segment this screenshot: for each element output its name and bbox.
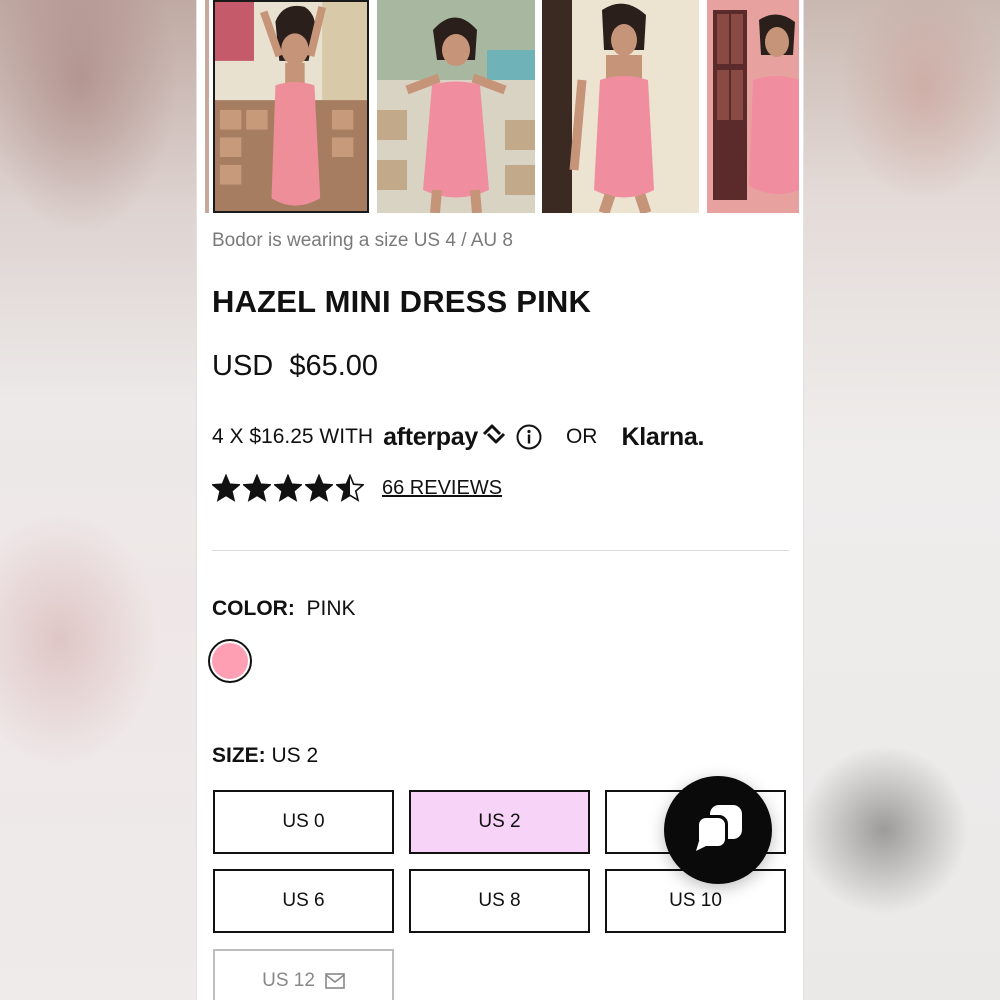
mail-icon xyxy=(325,973,345,989)
background-blur-left xyxy=(0,0,196,1000)
size-option-us-2[interactable]: US 2 xyxy=(409,790,590,854)
background-blur-right xyxy=(804,0,1000,1000)
size-option-label: US 0 xyxy=(282,811,325,832)
installment-text: 4 X $16.25 WITH xyxy=(212,425,374,448)
star-full-icon xyxy=(212,474,240,502)
image-gallery[interactable] xyxy=(197,0,803,216)
model-photo-side-cutout xyxy=(542,0,699,213)
model-photo-window xyxy=(707,0,799,213)
size-option-label: US 8 xyxy=(478,890,521,911)
rating-row: 66 REVIEWS xyxy=(212,474,502,502)
afterpay-arrows-icon xyxy=(480,423,508,451)
size-option-label: US 10 xyxy=(669,890,722,911)
size-option-us-6[interactable]: US 6 xyxy=(213,869,394,933)
star-full-icon xyxy=(274,474,302,502)
gallery-thumb-4[interactable] xyxy=(707,0,799,213)
size-option-label: US 12 xyxy=(262,970,315,991)
divider xyxy=(212,550,789,551)
gallery-thumb-selected[interactable] xyxy=(213,0,369,213)
product-title: HAZEL MINI DRESS PINK xyxy=(212,284,592,319)
star-rating xyxy=(212,474,364,502)
klarna-logo[interactable]: Klarna. xyxy=(621,423,704,452)
model-photo-arms-raised xyxy=(215,2,367,211)
gallery-thumb-2[interactable] xyxy=(377,0,535,213)
size-label-key: SIZE: xyxy=(212,744,266,767)
color-swatch-pink[interactable] xyxy=(208,639,252,683)
size-option-label: US 6 xyxy=(282,890,325,911)
star-full-icon xyxy=(305,474,333,502)
gallery-thumb-3[interactable] xyxy=(542,0,699,213)
gallery-thumb-partial[interactable] xyxy=(205,0,209,213)
color-label-value: PINK xyxy=(306,597,356,620)
product-price: USD $65.00 xyxy=(212,350,379,382)
size-option-us-8[interactable]: US 8 xyxy=(409,869,590,933)
chat-button[interactable] xyxy=(664,776,772,884)
payment-options: 4 X $16.25 WITH afterpay OR Klarna. xyxy=(212,420,704,454)
color-label: COLOR: PINK xyxy=(212,597,356,621)
reviews-link[interactable]: 66 REVIEWS xyxy=(382,477,502,500)
size-option-label: US 2 xyxy=(478,811,521,832)
or-separator: OR xyxy=(565,425,598,448)
chat-bubbles-icon xyxy=(690,803,746,858)
model-photo-seated xyxy=(377,0,535,213)
size-label-value: US 2 xyxy=(271,744,319,767)
afterpay-logo: afterpay xyxy=(383,422,478,451)
color-swatch-fill xyxy=(212,643,248,679)
size-option-us-12[interactable]: US 12 xyxy=(213,949,394,1000)
star-full-icon xyxy=(243,474,271,502)
star-half-icon xyxy=(336,474,364,502)
size-option-us-0[interactable]: US 0 xyxy=(213,790,394,854)
size-label: SIZE: US 2 xyxy=(212,744,318,768)
info-icon[interactable] xyxy=(516,424,542,450)
color-label-key: COLOR: xyxy=(212,597,295,620)
model-size-caption: Bodor is wearing a size US 4 / AU 8 xyxy=(212,230,513,251)
